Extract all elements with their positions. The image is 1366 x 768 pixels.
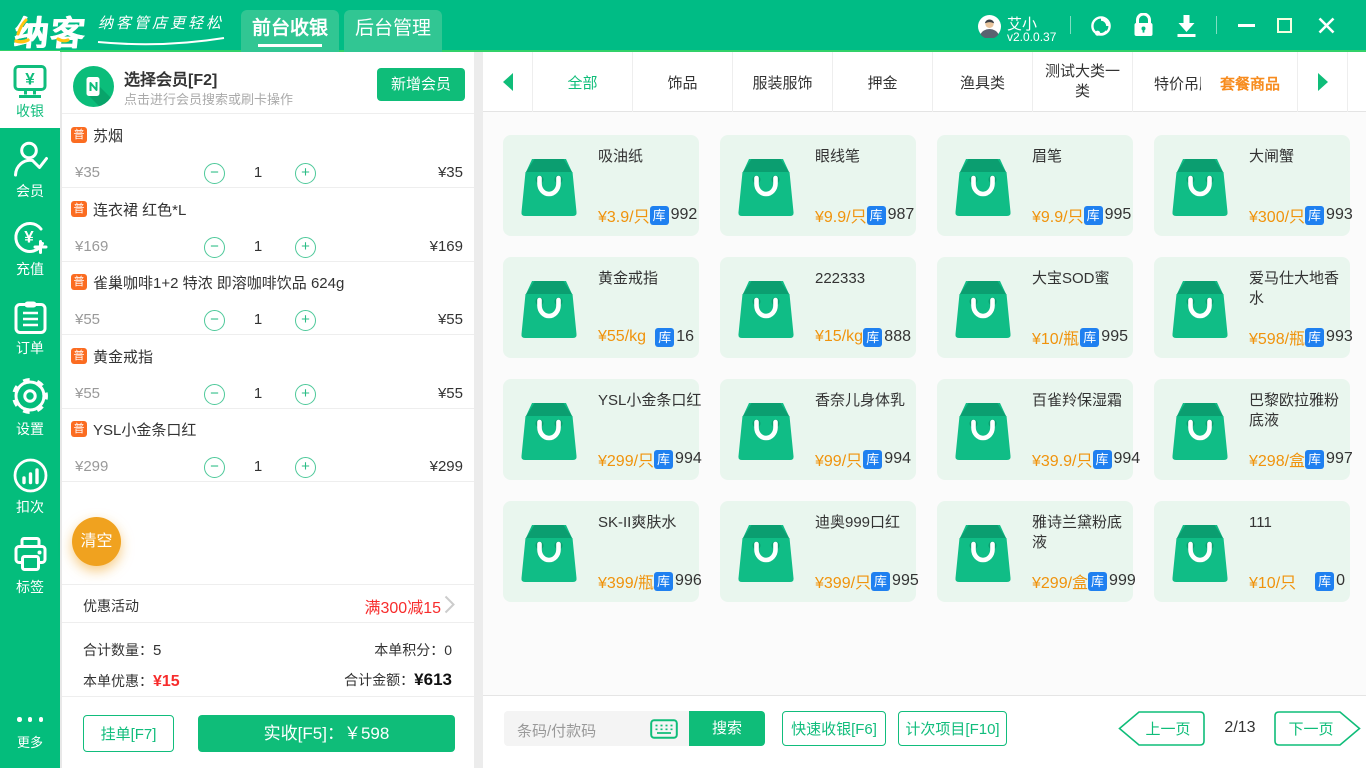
- svg-text:¥: ¥: [24, 228, 34, 247]
- svg-text:上一页: 上一页: [1145, 721, 1190, 738]
- svg-text:下一页: 下一页: [1288, 721, 1333, 738]
- svg-text:¥: ¥: [25, 70, 35, 89]
